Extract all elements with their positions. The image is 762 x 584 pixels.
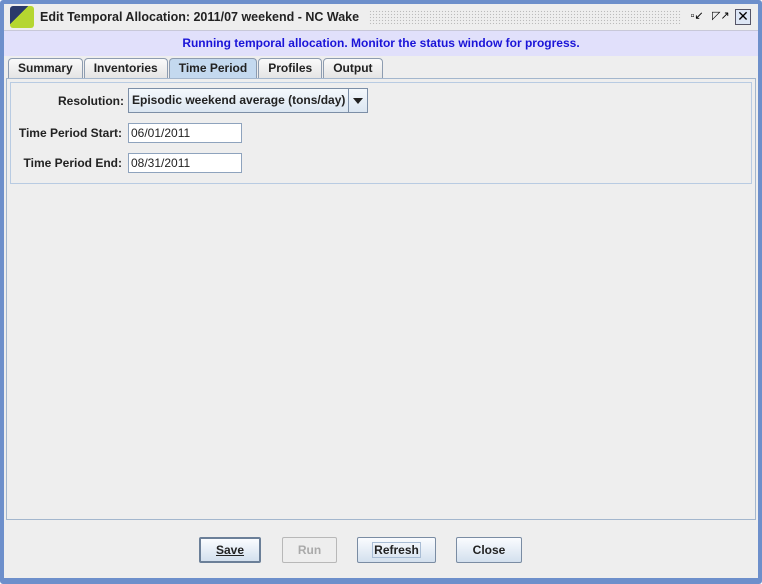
dropdown-arrow-icon[interactable] <box>348 89 367 112</box>
tab-inventories[interactable]: Inventories <box>83 58 168 78</box>
tab-content: Resolution: Episodic weekend average (to… <box>6 78 756 520</box>
refresh-button[interactable]: Refresh <box>357 537 436 563</box>
status-message: Running temporal allocation. Monitor the… <box>4 31 758 56</box>
maximize-icon[interactable]: ◸↗ <box>712 9 730 25</box>
start-label: Time Period Start: <box>18 126 122 140</box>
tab-bar: Summary Inventories Time Period Profiles… <box>8 58 384 78</box>
resolution-value: Episodic weekend average (tons/day) <box>132 93 346 107</box>
close-icon[interactable]: ✕ <box>735 9 751 25</box>
title-grip <box>369 10 681 24</box>
tab-output[interactable]: Output <box>323 58 383 78</box>
tab-time-period[interactable]: Time Period <box>168 58 258 78</box>
run-button[interactable]: Run <box>282 537 337 563</box>
window-bottom-border <box>4 578 758 580</box>
start-date-input[interactable]: 06/01/2011 <box>128 123 242 143</box>
end-date-input[interactable]: 08/31/2011 <box>128 153 242 173</box>
end-label: Time Period End: <box>23 156 122 170</box>
window-title: Edit Temporal Allocation: 2011/07 weeken… <box>40 10 360 24</box>
app-icon <box>10 6 34 28</box>
time-period-form: Resolution: Episodic weekend average (to… <box>10 82 752 184</box>
resolution-select[interactable]: Episodic weekend average (tons/day) <box>128 88 368 113</box>
dialog-window: Edit Temporal Allocation: 2011/07 weeken… <box>0 0 762 584</box>
tab-profiles[interactable]: Profiles <box>258 58 323 78</box>
close-button[interactable]: Close <box>456 537 522 563</box>
minimize-icon[interactable]: ▫↙ <box>689 9 705 25</box>
resolution-label: Resolution: <box>58 94 124 108</box>
tab-summary[interactable]: Summary <box>8 58 83 78</box>
save-button[interactable]: Save <box>199 537 261 563</box>
title-bar[interactable]: Edit Temporal Allocation: 2011/07 weeken… <box>4 4 758 31</box>
